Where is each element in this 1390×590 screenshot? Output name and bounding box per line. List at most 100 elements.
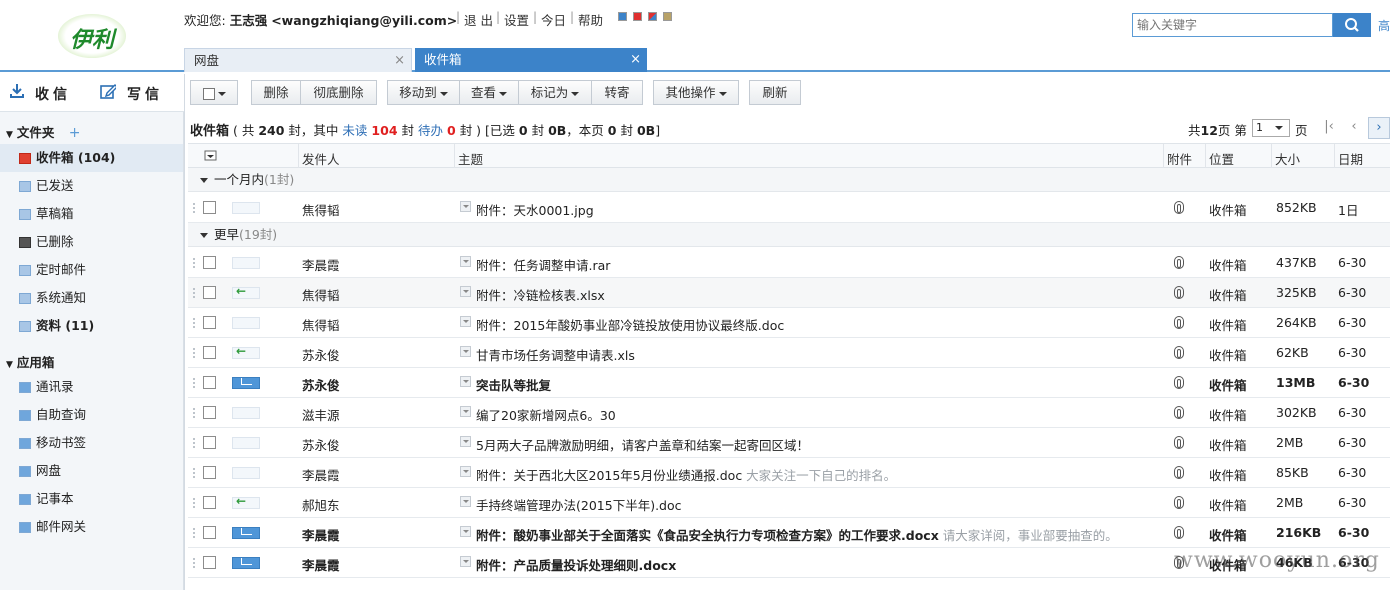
expand-icon[interactable] (460, 201, 471, 212)
subject[interactable]: 附件：冷链检核表.xlsx (476, 285, 605, 304)
close-icon[interactable]: × (394, 49, 405, 73)
expand-icon[interactable] (460, 406, 471, 417)
row-checkbox[interactable] (203, 286, 216, 299)
table-row[interactable]: 滋丰源 编了20家新增网点6。30 收件箱 302KB 6-30 (188, 398, 1390, 428)
search-input[interactable] (1133, 14, 1328, 36)
app-self-service[interactable]: 自助查询 (0, 401, 183, 429)
compose-button[interactable]: 写信 (127, 84, 163, 104)
expand-icon[interactable] (460, 316, 471, 327)
folder-deleted[interactable]: 已删除 (0, 228, 183, 256)
tab-inbox[interactable]: 收件箱 × (415, 48, 647, 72)
folder-sent[interactable]: 已发送 (0, 172, 183, 200)
subject[interactable]: 附件：酸奶事业部关于全面落实《食品安全执行力专项检查方案》的工作要求.docx … (476, 525, 1118, 544)
settings-link[interactable]: 设置 (504, 10, 529, 29)
group-header[interactable]: 一个月内(1封) (188, 168, 1390, 192)
apps-header[interactable]: ▼ 应用箱 (6, 352, 54, 371)
folder-materials[interactable]: 资料 (11) (0, 312, 183, 340)
first-page-icon[interactable]: |‹ (1318, 117, 1340, 139)
expand-icon[interactable] (460, 256, 471, 267)
delete-forever-button[interactable]: 彻底删除 (300, 80, 377, 105)
drag-handle-icon[interactable] (192, 497, 196, 508)
page-select[interactable]: 1 (1252, 119, 1290, 137)
column-subject[interactable]: 主题 (458, 149, 483, 168)
help-link[interactable]: 帮助 (578, 10, 603, 29)
search-field[interactable] (1132, 13, 1333, 37)
advanced-search-link[interactable]: 高 (1378, 17, 1390, 34)
subject[interactable]: 编了20家新增网点6。30 (476, 405, 616, 424)
table-row[interactable]: 李晨霞 附件：关于西北大区2015年5月份业绩通报.doc 大家关注一下自己的排… (188, 458, 1390, 488)
expand-icon[interactable] (460, 286, 471, 297)
company-logo[interactable]: 伊利 (58, 14, 126, 58)
drag-handle-icon[interactable] (192, 557, 196, 568)
drag-handle-icon[interactable] (192, 287, 196, 298)
row-checkbox[interactable] (203, 436, 216, 449)
table-row[interactable]: 焦得韬 附件：冷链检核表.xlsx 收件箱 325KB 6-30 (188, 278, 1390, 308)
subject[interactable]: 附件：关于西北大区2015年5月份业绩通报.doc 大家关注一下自己的排名。 (476, 465, 896, 484)
subject[interactable]: 附件：产品质量投诉处理细则.docx (476, 555, 676, 574)
more-actions-button[interactable]: 其他操作 (653, 80, 739, 105)
column-size[interactable]: 大小 (1275, 149, 1300, 168)
skin-mixed-icon[interactable] (648, 12, 657, 21)
column-date[interactable]: 日期 (1338, 149, 1363, 168)
drag-handle-icon[interactable] (192, 377, 196, 388)
folder-inbox[interactable]: 收件箱 (104) (0, 144, 183, 172)
todo-link[interactable]: 待办 (418, 123, 443, 138)
expand-icon[interactable] (460, 526, 471, 537)
tab-netdisk[interactable]: 网盘 × (184, 48, 412, 72)
select-all-dropdown[interactable] (190, 80, 238, 105)
forward-button[interactable]: 转寄 (591, 80, 643, 105)
table-row[interactable]: 李晨霞 附件：任务调整申请.rar 收件箱 437KB 6-30 (188, 248, 1390, 278)
row-checkbox[interactable] (203, 346, 216, 359)
row-checkbox[interactable] (203, 466, 216, 479)
refresh-button[interactable]: 刷新 (749, 80, 801, 105)
expand-icon[interactable] (460, 436, 471, 447)
skin-gold-icon[interactable] (663, 12, 672, 21)
table-row[interactable]: 苏永俊 甘青市场任务调整申请表.xls 收件箱 62KB 6-30 (188, 338, 1390, 368)
column-attachment[interactable]: 附件 (1167, 149, 1192, 168)
drag-handle-icon[interactable] (192, 407, 196, 418)
today-link[interactable]: 今日 (541, 10, 566, 29)
table-row[interactable]: 苏永俊 突击队等批复 收件箱 13MB 6-30 (188, 368, 1390, 398)
expand-icon[interactable] (460, 376, 471, 387)
mark-as-button[interactable]: 标记为 (518, 80, 592, 105)
logout-link[interactable]: 退 出 (464, 10, 493, 29)
drag-handle-icon[interactable] (192, 527, 196, 538)
skin-red-icon[interactable] (633, 12, 642, 21)
drag-handle-icon[interactable] (192, 257, 196, 268)
row-checkbox[interactable] (203, 526, 216, 539)
table-row[interactable]: 焦得韬 附件：天水0001.jpg 收件箱 852KB 1日 (188, 193, 1390, 223)
expand-icon[interactable] (460, 346, 471, 357)
unread-link[interactable]: 未读 (342, 123, 367, 138)
row-checkbox[interactable] (203, 556, 216, 569)
subject[interactable]: 附件：任务调整申请.rar (476, 255, 610, 274)
drag-handle-icon[interactable] (192, 347, 196, 358)
column-sender[interactable]: 发件人 (302, 149, 340, 168)
column-location[interactable]: 位置 (1209, 149, 1234, 168)
table-row[interactable]: 苏永俊 5月两大子品牌激励明细，请客户盖章和结案一起寄回区域！ 收件箱 2MB … (188, 428, 1390, 458)
row-checkbox[interactable] (203, 406, 216, 419)
app-notepad[interactable]: 记事本 (0, 485, 183, 513)
table-row[interactable]: 李晨霞 附件：酸奶事业部关于全面落实《食品安全执行力专项检查方案》的工作要求.d… (188, 518, 1390, 548)
receive-button[interactable]: 收信 (35, 84, 71, 104)
app-netdisk[interactable]: 网盘 (0, 457, 183, 485)
next-page-icon[interactable]: › (1368, 117, 1390, 139)
expand-icon[interactable] (460, 496, 471, 507)
expand-icon[interactable] (460, 556, 471, 567)
app-contacts[interactable]: 通讯录 (0, 373, 183, 401)
subject[interactable]: 手持终端管理办法(2015下半年).doc (476, 495, 682, 514)
drag-handle-icon[interactable] (192, 317, 196, 328)
drag-handle-icon[interactable] (192, 437, 196, 448)
folder-scheduled[interactable]: 定时邮件 (0, 256, 183, 284)
row-checkbox[interactable] (203, 201, 216, 214)
delete-button[interactable]: 删除 (251, 80, 301, 105)
row-checkbox[interactable] (203, 496, 216, 509)
folder-system-notice[interactable]: 系统通知 (0, 284, 183, 312)
row-checkbox[interactable] (203, 376, 216, 389)
move-to-button[interactable]: 移动到 (387, 80, 460, 105)
close-icon[interactable]: × (630, 48, 641, 72)
row-checkbox[interactable] (203, 256, 216, 269)
view-button[interactable]: 查看 (459, 80, 519, 105)
table-row[interactable]: 焦得韬 附件：2015年酸奶事业部冷链投放使用协议最终版.doc 收件箱 264… (188, 308, 1390, 338)
folder-drafts[interactable]: 草稿箱 (0, 200, 183, 228)
table-row[interactable]: 郝旭东 手持终端管理办法(2015下半年).doc 收件箱 2MB 6-30 (188, 488, 1390, 518)
